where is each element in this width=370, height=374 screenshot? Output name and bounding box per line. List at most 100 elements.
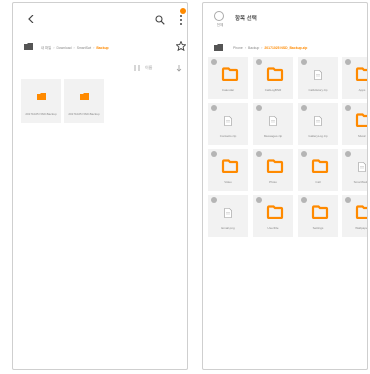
breadcrumb: 내 파일 › Download › SmartSwi › Backup: [13, 40, 187, 54]
folder-tile[interactable]: CallLogBNR: [253, 57, 293, 99]
file-name: CallHistory.zip: [308, 88, 328, 92]
folder-icon: [311, 204, 329, 220]
selection-checkbox[interactable]: [345, 151, 351, 157]
chevron-right-icon: ›: [244, 46, 246, 50]
left-screen: 내 파일 › Download › SmartSwi › Backup 이름 2017102…: [12, 2, 188, 370]
selection-checkbox[interactable]: [301, 151, 307, 157]
folder-tile[interactable]: Wallpaper: [342, 195, 368, 237]
folder-tile[interactable]: Settings: [298, 195, 338, 237]
breadcrumb-item[interactable]: SmartSwi: [77, 46, 92, 50]
selection-checkbox[interactable]: [256, 105, 262, 111]
file-icon: [224, 113, 232, 126]
select-all-label: 전체: [216, 23, 224, 27]
file-name: SmartSwitch: [353, 180, 367, 184]
folder-tile[interactable]: Video: [208, 149, 248, 191]
breadcrumb-item[interactable]: Download: [56, 46, 71, 50]
chevron-right-icon: ›: [261, 46, 263, 50]
breadcrumb: Phone › Backup › 20171025 NSD_Backup.zip: [203, 41, 367, 55]
back-icon[interactable]: [27, 15, 35, 23]
star-icon[interactable]: [176, 41, 186, 51]
folder-name: Calendar: [221, 88, 235, 92]
selection-checkbox[interactable]: [256, 59, 262, 65]
selection-checkbox[interactable]: [211, 151, 217, 157]
selection-checkbox[interactable]: [301, 197, 307, 203]
breadcrumb-item[interactable]: Backup: [248, 46, 259, 50]
folder-icon: [311, 158, 329, 174]
selection-checkbox[interactable]: [301, 59, 307, 65]
chevron-right-icon: ›: [93, 46, 95, 50]
page-title: 항목 선택: [235, 16, 257, 22]
folder-tile[interactable]: Photo: [253, 149, 293, 191]
folder-name: 20171025 NSD.Backup: [25, 112, 57, 116]
selection-checkbox[interactable]: [345, 59, 351, 65]
folder-tile[interactable]: UserFile: [253, 195, 293, 237]
folder-icon: [266, 158, 284, 174]
folder-icon: [80, 93, 89, 100]
file-icon: [224, 205, 232, 218]
folder-tile[interactable]: 20171025 NSD.Backup: [64, 79, 104, 123]
folder-icon: [266, 66, 284, 82]
file-name: Email.png: [221, 226, 235, 230]
file-name: Contacts.zip: [219, 134, 237, 138]
folder-name: Call: [315, 180, 321, 184]
folder-icon: [24, 43, 33, 50]
selection-checkbox[interactable]: [211, 105, 217, 111]
top-bar: [13, 3, 187, 33]
file-icon: [358, 159, 366, 172]
folder-name: 20171025 NSD.Backup: [68, 112, 100, 116]
file-tile[interactable]: Contacts.zip: [208, 103, 248, 145]
folder-icon: [221, 158, 239, 174]
file-tile[interactable]: Email.png: [208, 195, 248, 237]
folder-name: Apps: [358, 88, 366, 92]
folder-name: Settings: [312, 226, 324, 230]
file-tile[interactable]: GalleryLog.zip: [298, 103, 338, 145]
folder-icon: [221, 66, 239, 82]
selection-checkbox[interactable]: [301, 105, 307, 111]
file-icon: [314, 67, 322, 80]
folder-tile[interactable]: Calendar: [208, 57, 248, 99]
folder-icon: [266, 204, 284, 220]
selection-checkbox[interactable]: [345, 197, 351, 203]
breadcrumb-item[interactable]: Phone: [233, 46, 243, 50]
folder-name: Wallpaper: [355, 226, 368, 230]
selection-checkbox[interactable]: [345, 105, 351, 111]
sort-bar: 이름: [133, 63, 187, 73]
folder-icon: [355, 66, 367, 82]
folder-icon: [355, 204, 367, 220]
file-icon: [314, 113, 322, 126]
file-icon: [269, 113, 277, 126]
file-name: Messages.zip: [263, 134, 283, 138]
sort-icon[interactable]: [133, 64, 141, 72]
right-screen: 전체 항목 선택 Phone › Backup › 20171025 NSD_Backu…: [202, 2, 368, 370]
select-all-checkbox[interactable]: 전체: [213, 11, 227, 29]
view-icon[interactable]: [175, 64, 183, 72]
selection-checkbox[interactable]: [211, 197, 217, 203]
breadcrumb-item[interactable]: 내 파일: [41, 46, 51, 50]
selection-checkbox[interactable]: [211, 59, 217, 65]
chevron-right-icon: ›: [53, 46, 55, 50]
folder-tile[interactable]: Apps: [342, 57, 367, 99]
more-icon[interactable]: [178, 13, 184, 27]
selection-checkbox[interactable]: [256, 197, 262, 203]
breadcrumb-current: Backup: [96, 46, 109, 50]
file-tile[interactable]: SmartSwitch: [342, 149, 367, 191]
folder-icon: [355, 112, 367, 128]
folder-tile[interactable]: 20171025 NSD.Backup: [21, 79, 61, 123]
folder-name: Music: [358, 134, 366, 138]
file-tile[interactable]: Messages.zip: [253, 103, 293, 145]
breadcrumb-current: 20171025 NSD_Backup.zip: [264, 46, 308, 50]
file-name: GalleryLog.zip: [308, 134, 328, 138]
folder-tile[interactable]: Music: [342, 103, 367, 145]
folder-tile[interactable]: Call: [298, 149, 338, 191]
search-icon[interactable]: [155, 15, 165, 25]
file-tile[interactable]: CallHistory.zip: [298, 57, 338, 99]
folder-name: CallLogBNR: [264, 88, 282, 92]
folder-name: Video: [224, 180, 232, 184]
sort-label[interactable]: 이름: [145, 65, 152, 71]
notification-dot: [180, 8, 186, 14]
selection-checkbox[interactable]: [256, 151, 262, 157]
select-all-circle[interactable]: [214, 11, 224, 21]
chevron-right-icon: ›: [73, 46, 75, 50]
folder-name: UserFile: [267, 226, 279, 230]
folder-icon: [214, 44, 223, 51]
